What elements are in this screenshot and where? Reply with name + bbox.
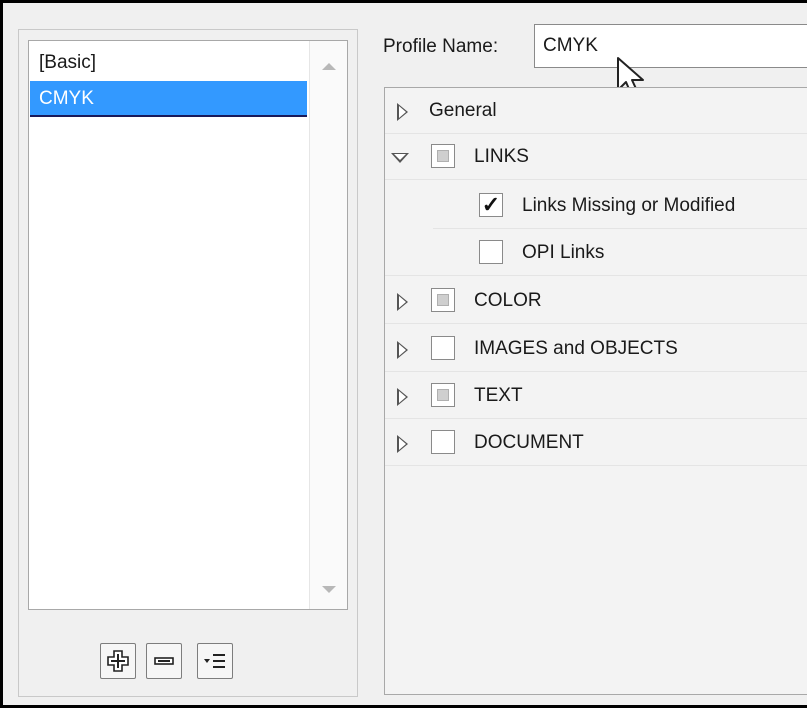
tree-label-links: LINKS — [474, 146, 529, 167]
tree-label-general: General — [429, 100, 497, 121]
profile-menu-button[interactable] — [197, 643, 233, 679]
tree-row-document[interactable]: DOCUMENT — [385, 420, 807, 466]
dialog-frame: [Basic] CMYK Profile Name: CMYK General … — [0, 0, 807, 708]
expand-triangle-icon[interactable] — [397, 435, 408, 453]
text-checkbox[interactable] — [431, 383, 455, 407]
opi-links-checkbox[interactable] — [479, 240, 503, 264]
remove-profile-button[interactable] — [146, 643, 182, 679]
images-checkbox[interactable] — [431, 336, 455, 360]
preflight-rules-tree: General LINKS ✓ Links Missing or Modifie… — [384, 87, 807, 695]
tree-label-images: IMAGES and OBJECTS — [474, 338, 678, 359]
profile-item-basic[interactable]: [Basic] — [30, 45, 307, 81]
list-menu-icon — [204, 654, 225, 668]
list-scrollbar[interactable] — [309, 41, 347, 609]
tree-row-images[interactable]: IMAGES and OBJECTS — [385, 326, 807, 372]
expand-triangle-icon[interactable] — [397, 293, 408, 311]
profile-list[interactable]: [Basic] CMYK — [28, 40, 348, 610]
expand-triangle-icon[interactable] — [397, 103, 408, 121]
plus-icon — [107, 650, 129, 672]
tree-row-general[interactable]: General — [385, 88, 807, 134]
add-profile-button[interactable] — [100, 643, 136, 679]
profile-name-label: Profile Name: — [383, 36, 499, 57]
collapse-triangle-icon[interactable] — [391, 153, 409, 163]
tree-label-document: DOCUMENT — [474, 432, 584, 453]
tree-row-color[interactable]: COLOR — [385, 278, 807, 324]
scroll-down-arrow-icon[interactable] — [322, 586, 336, 593]
profile-item-cmyk[interactable]: CMYK — [30, 81, 307, 117]
expand-triangle-icon[interactable] — [397, 388, 408, 406]
minus-icon — [154, 657, 174, 665]
tree-label-color: COLOR — [474, 290, 542, 311]
tree-row-opi-links[interactable]: OPI Links — [385, 230, 807, 276]
tree-label-links-missing: Links Missing or Modified — [522, 195, 736, 216]
scroll-up-arrow-icon[interactable] — [322, 63, 336, 70]
expand-triangle-icon[interactable] — [397, 341, 408, 359]
tree-row-links[interactable]: LINKS — [385, 134, 807, 180]
tree-row-links-missing[interactable]: ✓ Links Missing or Modified — [433, 183, 807, 229]
document-checkbox[interactable] — [431, 430, 455, 454]
links-checkbox[interactable] — [431, 144, 455, 168]
tree-label-opi-links: OPI Links — [522, 242, 605, 263]
tree-label-text: TEXT — [474, 385, 523, 406]
profile-name-input[interactable] — [534, 24, 807, 68]
links-missing-checkbox[interactable]: ✓ — [479, 193, 503, 217]
color-checkbox[interactable] — [431, 288, 455, 312]
tree-row-text[interactable]: TEXT — [385, 373, 807, 419]
